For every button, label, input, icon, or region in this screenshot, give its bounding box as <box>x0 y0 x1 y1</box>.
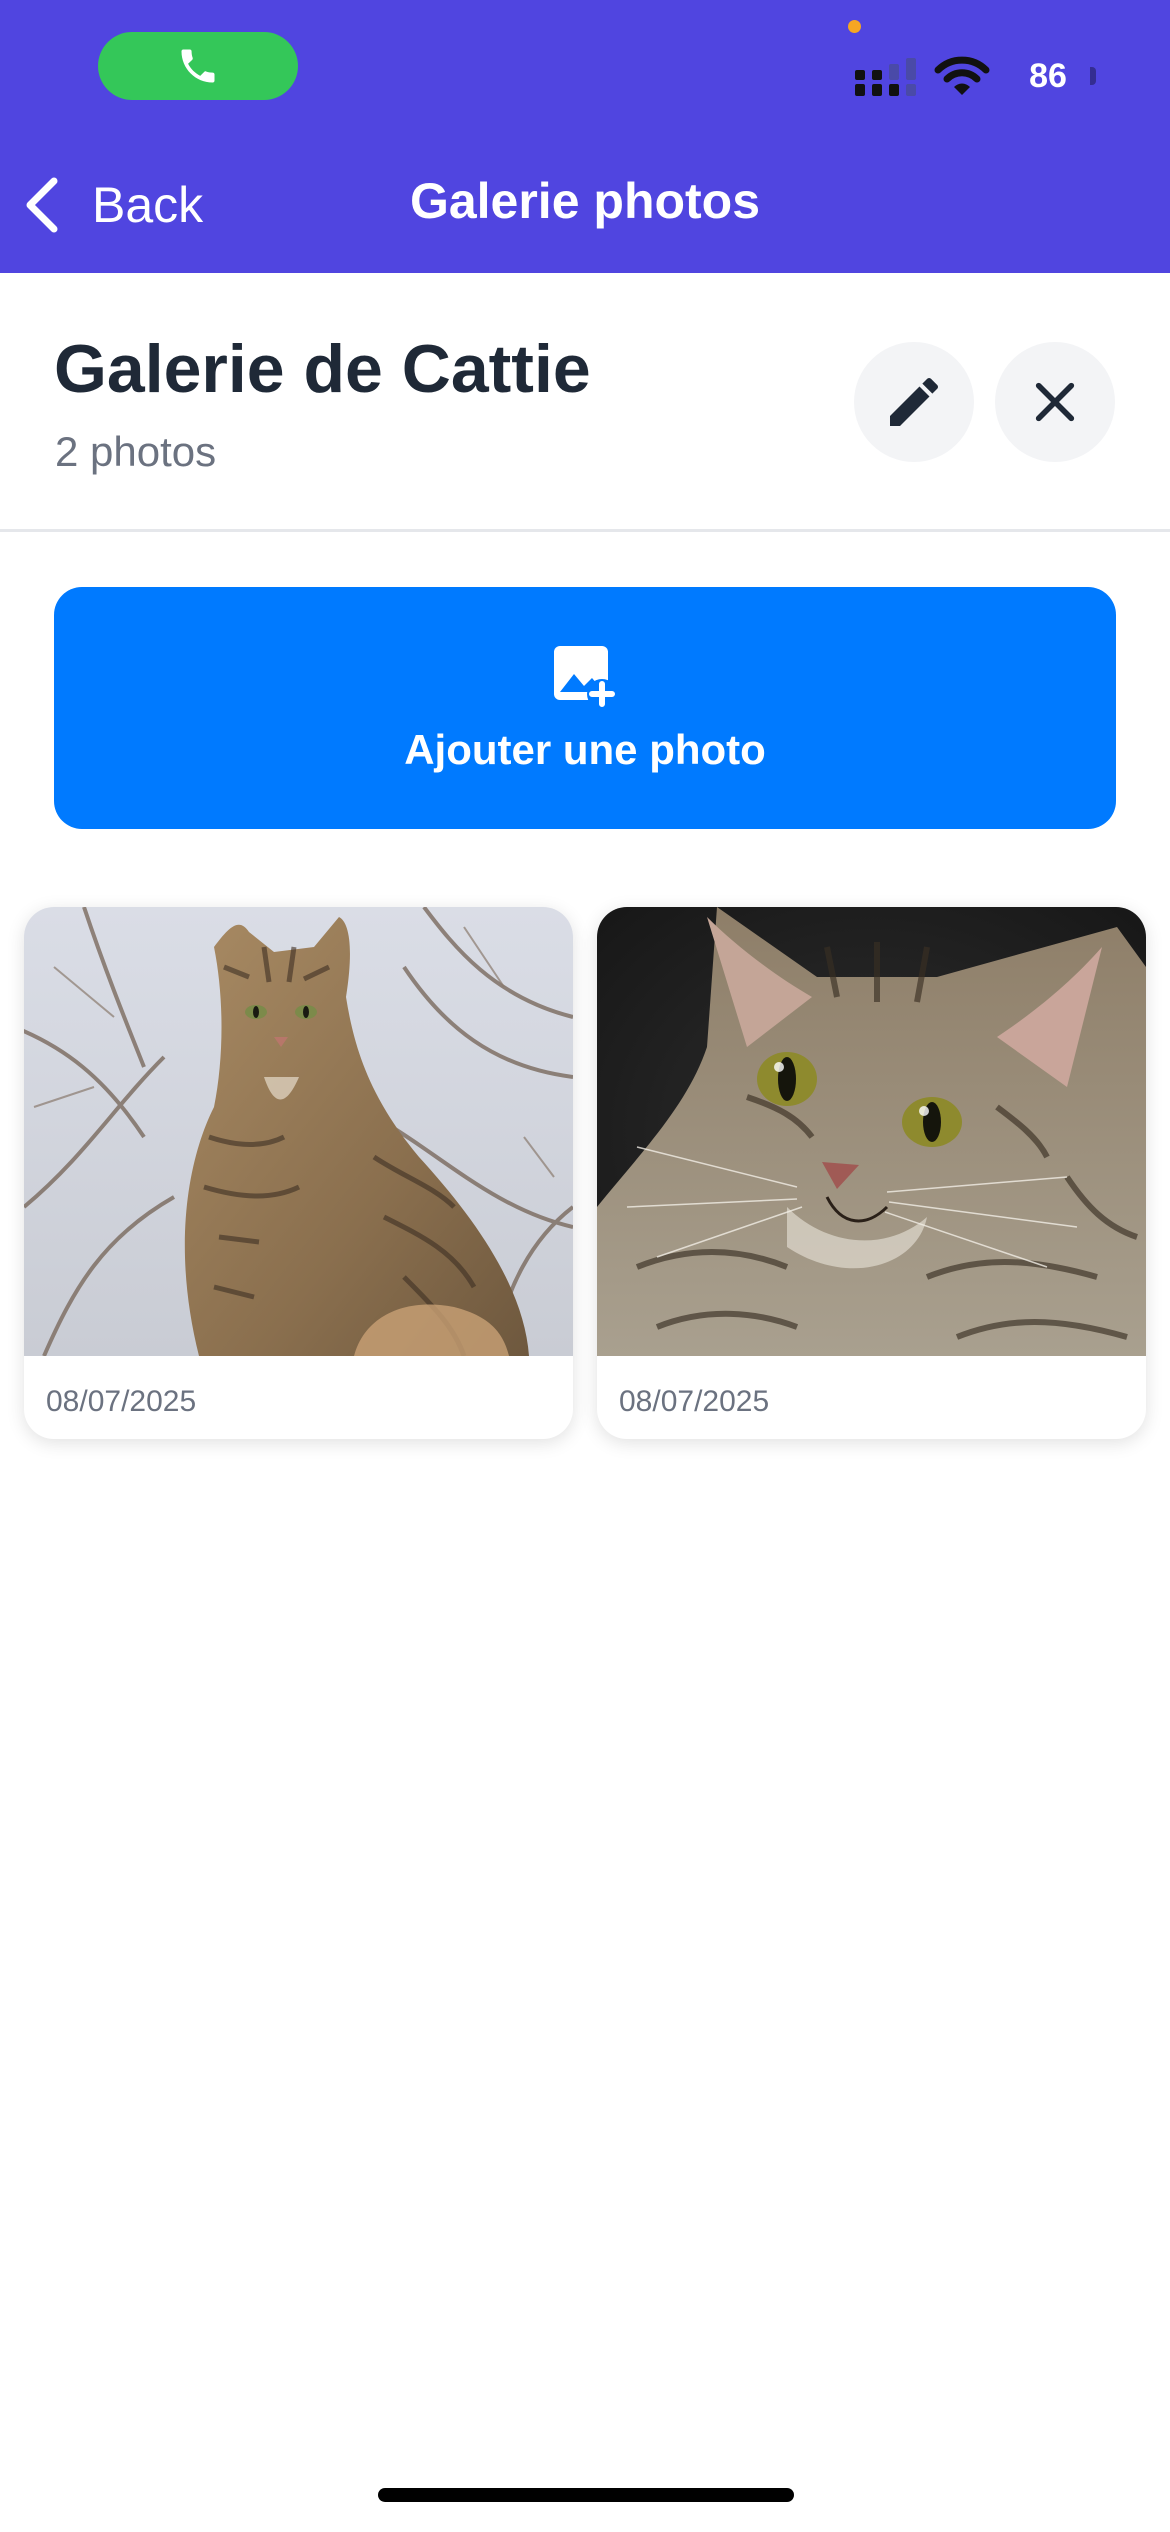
active-call-indicator[interactable] <box>98 32 298 100</box>
gallery-title: Galerie de Cattie <box>54 331 591 407</box>
battery-level: 86 <box>1029 57 1067 95</box>
cellular-signal-icon <box>855 58 916 96</box>
edit-gallery-button[interactable] <box>854 342 974 462</box>
close-icon <box>1035 382 1075 422</box>
photo-date: 08/07/2025 <box>46 1385 197 1418</box>
add-photo-button[interactable]: Ajouter une photo <box>54 587 1116 829</box>
add-photo-label: Ajouter une photo <box>404 726 766 773</box>
top-bar: 86 Back Galerie photos <box>0 0 1170 273</box>
close-gallery-button[interactable] <box>995 342 1115 462</box>
photo-count: 2 photos <box>55 428 217 475</box>
photo-card[interactable]: 08/07/2025 <box>597 907 1146 1439</box>
pencil-icon <box>890 377 939 426</box>
header-divider <box>0 529 1170 532</box>
add-photo-icon <box>554 646 617 708</box>
battery-icon: 86 <box>1008 55 1088 97</box>
battery-cap <box>1090 67 1096 85</box>
photo-card[interactable]: 08/07/2025 <box>24 907 573 1439</box>
phone-icon <box>181 49 215 83</box>
photo-date: 08/07/2025 <box>619 1385 770 1418</box>
privacy-indicator-dot <box>848 20 861 33</box>
wifi-icon <box>934 56 990 95</box>
cat-photo-kitten[interactable] <box>597 907 1146 1356</box>
nav-title: Galerie photos <box>409 173 761 229</box>
cat-photo-sitting[interactable] <box>24 907 573 1356</box>
screen: 86 Back Galerie photos Galerie de Cattie… <box>0 0 1170 2532</box>
home-indicator[interactable] <box>378 2488 794 2502</box>
